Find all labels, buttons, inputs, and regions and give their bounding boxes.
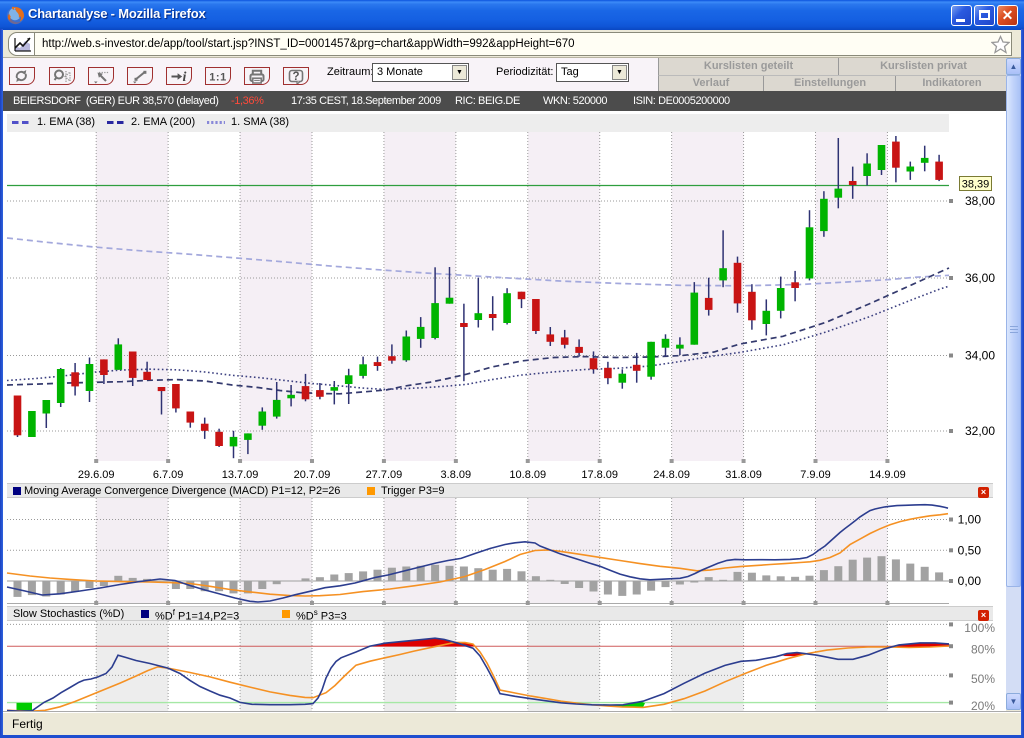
svg-text:20.7.09: 20.7.09 <box>294 469 331 481</box>
svg-text:7.9.09: 7.9.09 <box>800 469 831 481</box>
svg-text:100%: 100% <box>964 621 995 635</box>
svg-text:38,39: 38,39 <box>962 179 990 191</box>
svg-text:1,00: 1,00 <box>958 512 982 526</box>
svg-text:31.8.09: 31.8.09 <box>725 469 762 481</box>
svg-text:20%: 20% <box>971 699 995 713</box>
svg-text:24.8.09: 24.8.09 <box>653 469 690 481</box>
svg-text:80%: 80% <box>971 643 995 657</box>
svg-text:1:1: 1:1 <box>209 72 226 84</box>
svg-text:?: ? <box>292 71 299 83</box>
svg-text:3.8.09: 3.8.09 <box>441 469 472 481</box>
svg-text:0,00: 0,00 <box>958 574 982 588</box>
svg-text:36,00: 36,00 <box>965 271 995 285</box>
svg-text:27.7.09: 27.7.09 <box>366 469 403 481</box>
svg-text:29.6.09: 29.6.09 <box>78 469 115 481</box>
svg-text:0,50: 0,50 <box>958 543 982 557</box>
svg-text:34,00: 34,00 <box>965 349 995 363</box>
svg-text:14.9.09: 14.9.09 <box>869 469 906 481</box>
svg-text:6.7.09: 6.7.09 <box>153 469 184 481</box>
svg-text:10.8.09: 10.8.09 <box>509 469 546 481</box>
svg-text:i: i <box>182 70 186 84</box>
svg-text:17.8.09: 17.8.09 <box>581 469 618 481</box>
svg-text:32,00: 32,00 <box>965 424 995 438</box>
svg-text:13.7.09: 13.7.09 <box>222 469 259 481</box>
svg-text:50%: 50% <box>971 672 995 686</box>
svg-text:38,00: 38,00 <box>965 194 995 208</box>
